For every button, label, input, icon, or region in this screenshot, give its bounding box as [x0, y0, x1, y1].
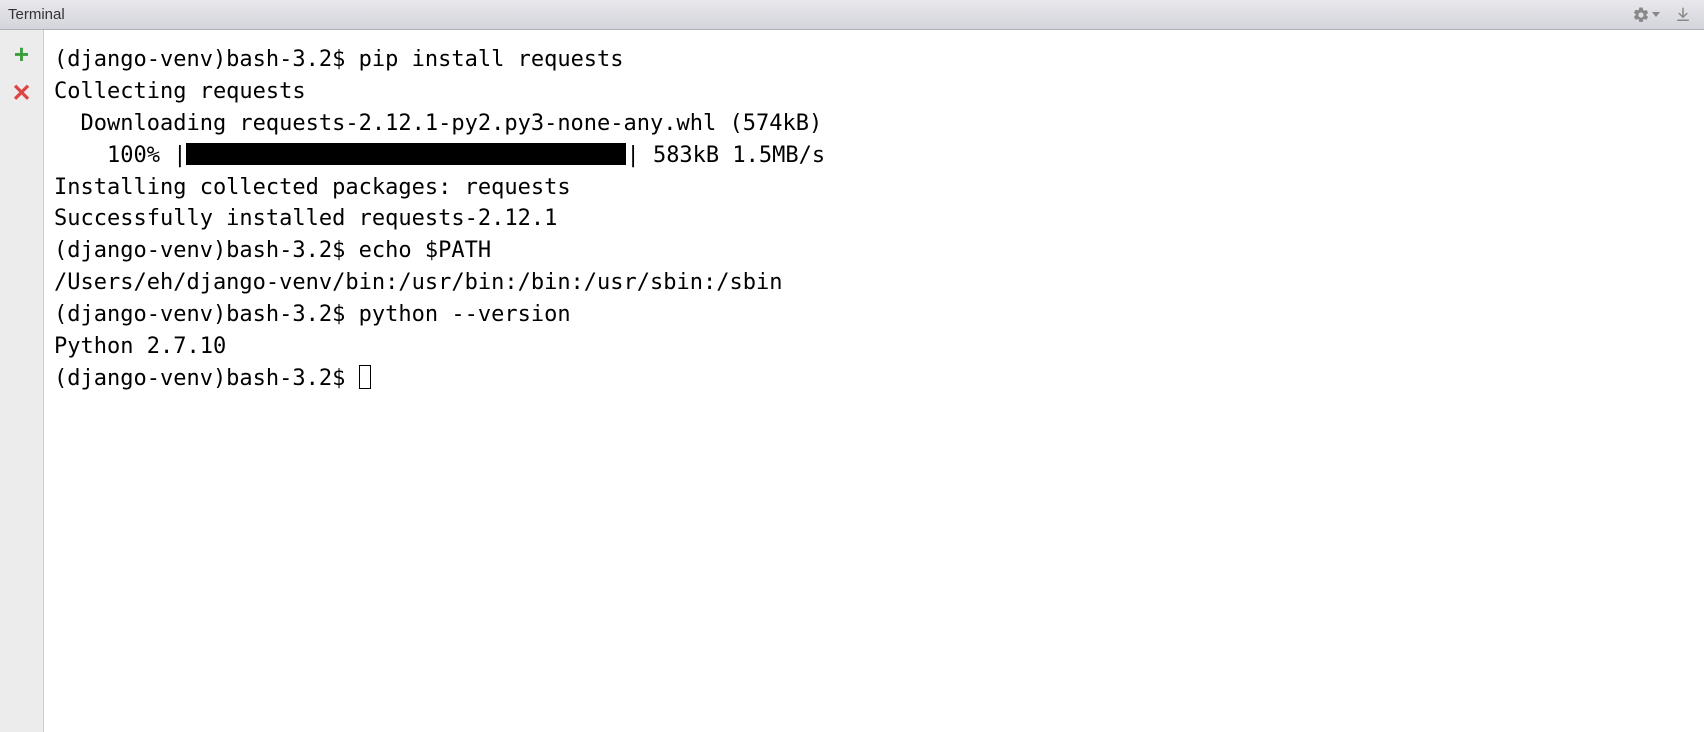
terminal-line: (django-venv)bash-3.2$ pip install reque…: [54, 44, 1694, 76]
close-icon: ✕: [11, 82, 31, 106]
terminal-line: Python 2.7.10: [54, 331, 1694, 363]
settings-button[interactable]: [1632, 6, 1660, 24]
close-session-button[interactable]: ✕: [10, 82, 34, 106]
cursor: [359, 365, 371, 389]
terminal-line: /Users/eh/django-venv/bin:/usr/bin:/bin:…: [54, 267, 1694, 299]
progress-bar: [186, 143, 626, 165]
terminal-line: 100% || 583kB 1.5MB/s: [54, 140, 1694, 172]
header-actions: [1632, 6, 1696, 24]
terminal-sidebar: + ✕: [0, 30, 44, 732]
terminal-line: Collecting requests: [54, 76, 1694, 108]
panel-title: Terminal: [8, 6, 65, 23]
panel-header: Terminal: [0, 0, 1704, 30]
terminal-output[interactable]: (django-venv)bash-3.2$ pip install reque…: [44, 30, 1704, 732]
new-session-button[interactable]: +: [10, 42, 34, 66]
chevron-down-icon: [1652, 12, 1660, 17]
terminal-line: (django-venv)bash-3.2$: [54, 363, 1694, 395]
download-icon[interactable]: [1674, 6, 1692, 24]
terminal-line: (django-venv)bash-3.2$ echo $PATH: [54, 235, 1694, 267]
gear-icon: [1632, 6, 1650, 24]
terminal-line: (django-venv)bash-3.2$ python --version: [54, 299, 1694, 331]
terminal-line: Successfully installed requests-2.12.1: [54, 203, 1694, 235]
terminal-line: Downloading requests-2.12.1-py2.py3-none…: [54, 108, 1694, 140]
main-area: + ✕ (django-venv)bash-3.2$ pip install r…: [0, 30, 1704, 732]
plus-icon: +: [14, 41, 29, 67]
terminal-line: Installing collected packages: requests: [54, 172, 1694, 204]
